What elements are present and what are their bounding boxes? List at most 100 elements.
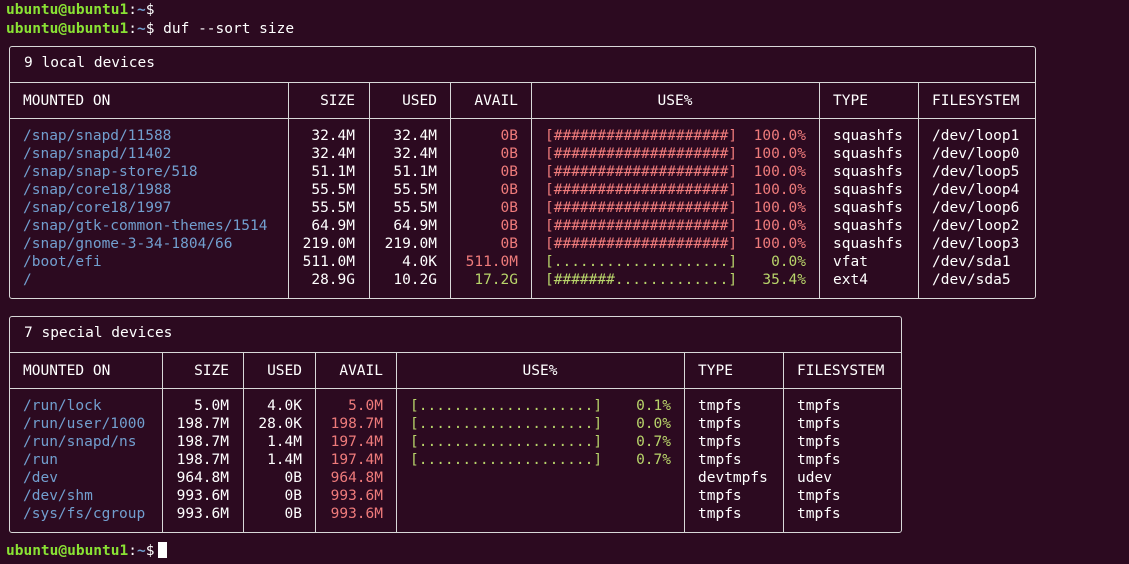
row-mount-point: /snap/core18/1988 xyxy=(23,182,172,198)
row-filesystem: tmpfs xyxy=(797,506,841,522)
row-type: tmpfs xyxy=(698,398,742,414)
row-type: squashfs xyxy=(833,218,903,234)
column-header-type: TYPE xyxy=(833,93,868,109)
row-avail: 964.8M xyxy=(330,470,383,486)
column-header-size: SIZE xyxy=(194,363,229,379)
row-used: 4.0K xyxy=(402,254,437,270)
row-size: 964.8M xyxy=(176,470,229,486)
column-header-used: USED xyxy=(402,93,437,109)
row-mount-point: / xyxy=(23,272,32,288)
special-devices-title: 7 special devices xyxy=(24,325,173,341)
row-mount-point: /run/snapd/ns xyxy=(23,434,137,450)
column-header-type: TYPE xyxy=(698,363,733,379)
column-header-avail: AVAIL xyxy=(474,93,518,109)
column-header-filesystem: FILESYSTEM xyxy=(797,363,885,379)
row-size: 28.9G xyxy=(311,272,355,288)
row-usage-bar: [....................] xyxy=(410,452,603,468)
row-mount-point: /run/user/1000 xyxy=(23,416,146,432)
row-use-percent: 100.0% xyxy=(753,236,806,252)
row-size: 32.4M xyxy=(311,128,355,144)
row-used: 0B xyxy=(284,488,302,504)
row-size: 5.0M xyxy=(194,398,229,414)
column-header-used: USED xyxy=(267,363,302,379)
column-header-filesystem: FILESYSTEM xyxy=(932,93,1020,109)
row-used: 10.2G xyxy=(393,272,437,288)
row-use-percent: 0.0% xyxy=(771,254,806,270)
row-used: 0B xyxy=(284,506,302,522)
row-mount-point: /run xyxy=(23,452,58,468)
prompt-line-1: ubuntu@ubuntu1:~$ xyxy=(6,1,154,19)
row-used: 64.9M xyxy=(393,218,437,234)
row-avail: 0B xyxy=(500,236,518,252)
row-avail: 0B xyxy=(500,218,518,234)
row-mount-point: /snap/snap-store/518 xyxy=(23,164,198,180)
header-divider xyxy=(10,118,1035,119)
row-filesystem: tmpfs xyxy=(797,434,841,450)
column-divider xyxy=(783,352,784,532)
prompt-user: ubuntu@ubuntu1 xyxy=(6,543,129,559)
row-use-percent: 100.0% xyxy=(753,218,806,234)
row-usage-bar: [#######.............] xyxy=(545,272,738,288)
column-divider xyxy=(684,352,685,532)
row-usage-bar: [####################] xyxy=(545,128,738,144)
row-size: 198.7M xyxy=(176,452,229,468)
row-used: 1.4M xyxy=(267,452,302,468)
row-size: 993.6M xyxy=(176,488,229,504)
row-used: 51.1M xyxy=(393,164,437,180)
prompt-user: ubuntu@ubuntu1 xyxy=(6,21,129,37)
row-filesystem: /dev/loop0 xyxy=(932,146,1020,162)
row-usage-bar: [####################] xyxy=(545,164,738,180)
special-devices-table: 7 special devices MOUNTED ON SIZE USED A… xyxy=(9,316,902,533)
row-avail: 0B xyxy=(500,182,518,198)
row-avail: 0B xyxy=(500,200,518,216)
row-mount-point: /snap/gtk-common-themes/1514 xyxy=(23,218,268,234)
row-usage-bar: [####################] xyxy=(545,218,738,234)
row-avail: 5.0M xyxy=(348,398,383,414)
row-used: 55.5M xyxy=(393,200,437,216)
row-filesystem: /dev/loop4 xyxy=(932,182,1020,198)
row-type: tmpfs xyxy=(698,488,742,504)
row-type: tmpfs xyxy=(698,506,742,522)
prompt-line-current[interactable]: ubuntu@ubuntu1:~$ xyxy=(6,542,168,560)
row-type: squashfs xyxy=(833,128,903,144)
row-used: 32.4M xyxy=(393,146,437,162)
prompt-separator: : xyxy=(128,2,137,18)
row-filesystem: /dev/sda1 xyxy=(932,254,1011,270)
row-usage-bar: [....................] xyxy=(410,398,603,414)
row-filesystem: /dev/loop1 xyxy=(932,128,1020,144)
row-size: 198.7M xyxy=(176,434,229,450)
row-size: 55.5M xyxy=(311,200,355,216)
row-filesystem: /dev/loop5 xyxy=(932,164,1020,180)
row-type: squashfs xyxy=(833,164,903,180)
row-mount-point: /snap/snapd/11588 xyxy=(23,128,172,144)
header-divider xyxy=(10,388,901,389)
row-mount-point: /dev/shm xyxy=(23,488,93,504)
row-used: 1.4M xyxy=(267,434,302,450)
row-avail: 198.7M xyxy=(330,416,383,432)
column-header-avail: AVAIL xyxy=(339,363,383,379)
prompt-separator: : xyxy=(128,21,137,37)
row-used: 219.0M xyxy=(384,236,437,252)
prompt-char: $ xyxy=(145,2,155,18)
row-type: squashfs xyxy=(833,182,903,198)
row-usage-bar: [####################] xyxy=(545,146,738,162)
prompt-path: ~ xyxy=(136,543,146,559)
command-text: duf --sort size xyxy=(163,21,295,37)
row-filesystem: tmpfs xyxy=(797,488,841,504)
row-use-percent: 35.4% xyxy=(762,272,806,288)
column-header-use-percent: USE% xyxy=(522,363,558,379)
column-header-mounted-on: MOUNTED ON xyxy=(23,93,111,109)
row-use-percent: 100.0% xyxy=(753,200,806,216)
text-cursor xyxy=(158,542,168,558)
row-filesystem: udev xyxy=(797,470,832,486)
row-avail: 993.6M xyxy=(330,506,383,522)
row-mount-point: /boot/efi xyxy=(23,254,102,270)
row-type: tmpfs xyxy=(698,452,742,468)
row-used: 28.0K xyxy=(258,416,302,432)
row-usage-bar: [####################] xyxy=(545,200,738,216)
row-size: 64.9M xyxy=(311,218,355,234)
row-filesystem: tmpfs xyxy=(797,416,841,432)
row-size: 511.0M xyxy=(302,254,355,270)
row-mount-point: /snap/snapd/11402 xyxy=(23,146,172,162)
row-type: ext4 xyxy=(833,272,868,288)
